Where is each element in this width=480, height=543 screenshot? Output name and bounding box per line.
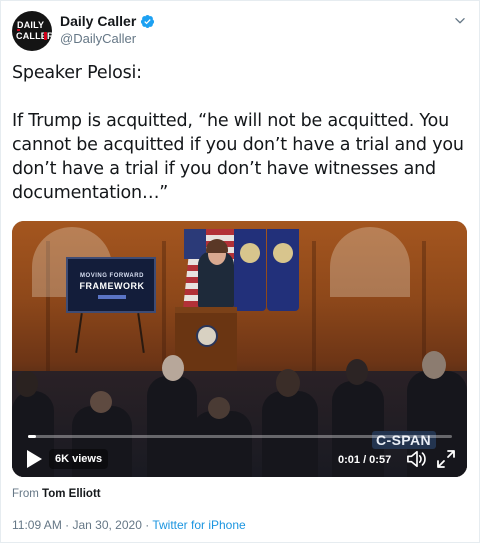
audience-head <box>90 391 112 413</box>
house-flag-seal <box>240 243 260 263</box>
avatar[interactable]: DAILY CALLER <box>12 11 52 51</box>
verified-badge-icon <box>141 14 155 28</box>
tweet-card: DAILY CALLER Daily Caller @DailyCaller S… <box>0 0 480 543</box>
audience-member <box>192 411 252 477</box>
audience-head <box>162 355 184 381</box>
cspan-watermark: C-SPAN <box>372 431 436 449</box>
author-name-row[interactable]: Daily Caller <box>60 13 155 29</box>
author-handle[interactable]: @DailyCaller <box>60 31 136 46</box>
audience-head <box>208 397 230 419</box>
attribution-prefix: From <box>12 488 39 500</box>
easel-leg <box>137 313 145 353</box>
wall-panel <box>422 241 426 371</box>
avatar-logo-mark <box>44 32 47 40</box>
play-icon[interactable] <box>25 449 43 469</box>
house-flag-seal <box>273 243 293 263</box>
view-count: 6K views <box>49 449 109 469</box>
tweet-text-line2: If Trump is acquitted, “he will not be a… <box>12 111 464 203</box>
video-progress-bar[interactable] <box>28 435 452 438</box>
tweet-text-line1: Speaker Pelosi: <box>12 63 142 83</box>
audience-head <box>16 371 38 397</box>
attribution-name[interactable]: Tom Elliott <box>42 488 101 500</box>
podium-seal <box>196 325 218 347</box>
chevron-down-icon[interactable] <box>453 14 467 28</box>
fullscreen-icon[interactable] <box>436 449 456 469</box>
easel-leg <box>75 313 83 353</box>
banner-accent <box>98 295 126 299</box>
capitol-backdrop <box>330 227 410 297</box>
avatar-logo-text-top: DAILY <box>17 20 45 30</box>
wall-panel <box>162 241 166 371</box>
video-progress-fill <box>28 435 37 438</box>
tweet-text: Speaker Pelosi: If Trump is acquitted, “… <box>12 61 470 205</box>
tweet-meta: 11:09 AM · Jan 30, 2020 · Twitter for iP… <box>12 518 246 532</box>
video-player[interactable]: MOVING FORWARD FRAMEWORK C-SPAN 6K views… <box>12 221 467 477</box>
tweet-timestamp[interactable]: 11:09 AM · Jan 30, 2020 · <box>12 518 152 532</box>
tweet-source-link[interactable]: Twitter for iPhone <box>152 518 245 532</box>
banner-line1: MOVING FORWARD <box>80 273 144 279</box>
banner-line2: FRAMEWORK <box>79 281 145 291</box>
audience-member <box>147 376 197 477</box>
audience-member <box>262 391 318 477</box>
volume-icon[interactable] <box>406 449 428 469</box>
house-flag <box>234 229 266 311</box>
wall-panel <box>312 241 316 371</box>
audience-head <box>346 359 368 385</box>
framework-banner: MOVING FORWARD FRAMEWORK <box>66 257 156 313</box>
video-time: 0:01 / 0:57 <box>338 454 392 466</box>
video-attribution: From Tom Elliott <box>12 488 101 500</box>
audience-head <box>276 369 300 397</box>
house-flag <box>267 229 299 311</box>
author-display-name[interactable]: Daily Caller <box>60 13 136 29</box>
audience-head <box>422 351 446 379</box>
